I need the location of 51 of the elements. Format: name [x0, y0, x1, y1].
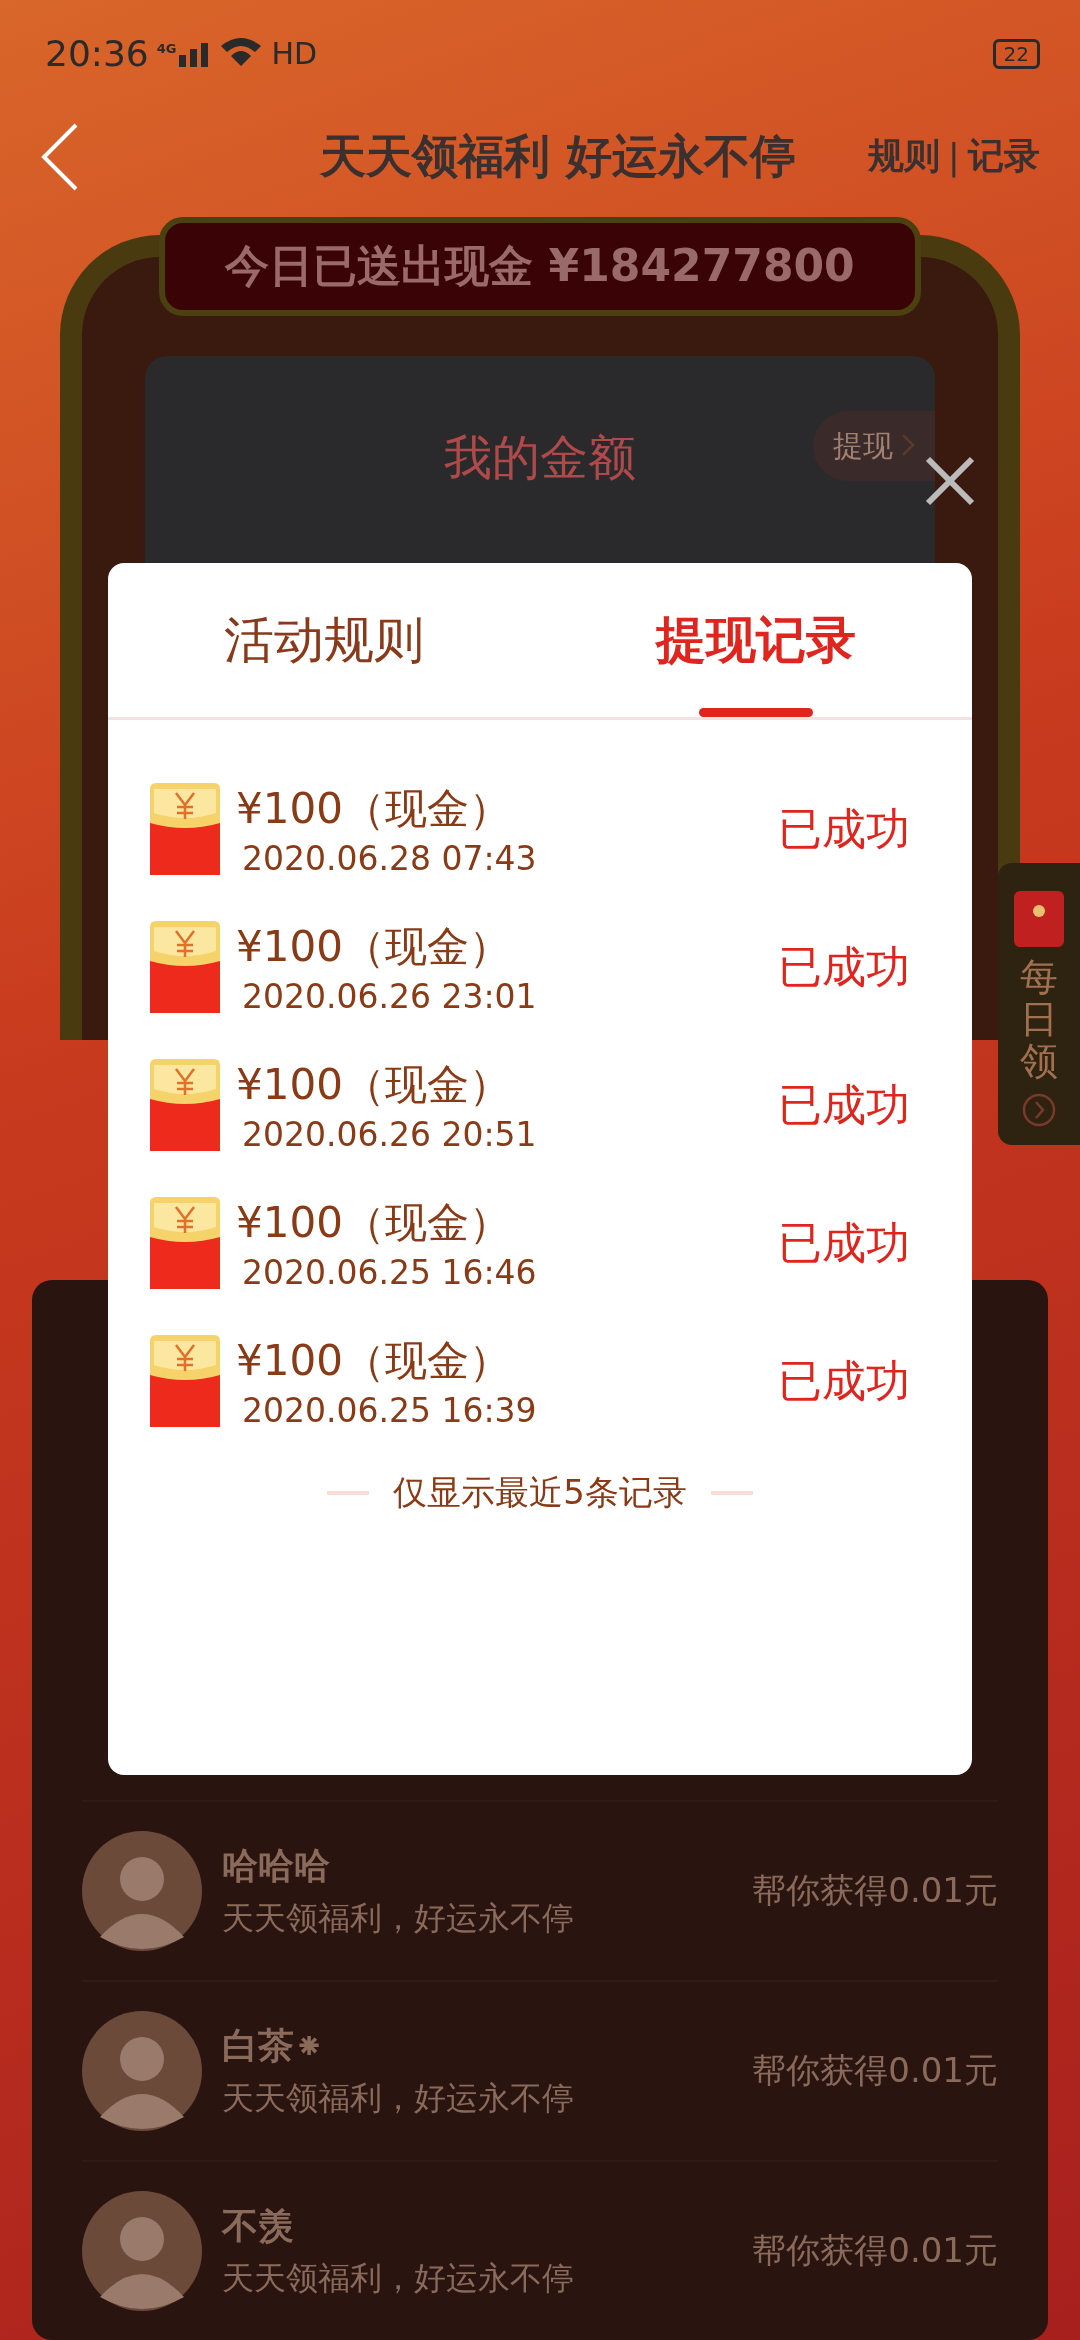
dialog-tab[interactable]: 活动规则: [108, 563, 540, 717]
user-message: 天天领福利，好运永不停: [222, 2257, 575, 2299]
record-amount: ¥100（现金）: [236, 782, 512, 835]
close-icon[interactable]: [924, 455, 976, 507]
user-name: 不羡: [222, 2203, 295, 2248]
record-date: 2020.06.26 20:51: [241, 1114, 538, 1154]
envelope-icon: [150, 1335, 220, 1427]
balance-title: 我的金额: [444, 428, 636, 488]
avatar-icon: [82, 2191, 202, 2311]
record-date: 2020.06.28 07:43: [241, 838, 538, 878]
envelope-icon: [150, 783, 220, 875]
record-status: 已成功: [778, 1215, 910, 1270]
cash-banner: 今日已送出现金 ¥184277800: [159, 217, 921, 317]
records-note: 仅显示最近5条记录: [393, 1471, 687, 1514]
record-status: 已成功: [778, 1353, 910, 1408]
record-amount: ¥100（现金）: [236, 920, 512, 973]
records-link[interactable]: 记录: [968, 132, 1040, 181]
battery-indicator: 22: [992, 38, 1040, 69]
daily-widget[interactable]: 每日领: [998, 863, 1080, 1145]
user-name: 哈哈哈: [222, 1843, 331, 1888]
arrow-circle-icon: [1021, 1092, 1057, 1129]
reward-text: 帮你获得0.01元: [752, 1869, 998, 1912]
network-label: HD: [271, 36, 318, 72]
back-icon[interactable]: [40, 121, 80, 192]
page-title: 天天领福利 好运永不停: [320, 127, 797, 185]
record-amount: ¥100（现金）: [236, 1196, 512, 1249]
widget-label: 每日领: [1020, 957, 1058, 1083]
record-status: 已成功: [778, 939, 910, 994]
record-status: 已成功: [778, 801, 910, 856]
record-date: 2020.06.25 16:39: [241, 1390, 538, 1430]
envelope-icon: [150, 921, 220, 1013]
link-separator: |: [947, 136, 960, 177]
envelope-icon: [150, 1197, 220, 1289]
user-message: 天天领福利，好运永不停: [222, 1897, 575, 1939]
envelope-icon: [1014, 891, 1064, 947]
avatar-icon: [82, 2011, 202, 2131]
envelope-icon: [150, 1059, 220, 1151]
withdraw-button[interactable]: 提现: [813, 411, 935, 482]
user-name: 白茶⁕: [222, 2023, 326, 2068]
record-status: 已成功: [778, 1077, 910, 1132]
dialog-tab[interactable]: 提现记录: [540, 563, 972, 717]
reward-text: 帮你获得0.01元: [752, 2229, 998, 2272]
record-date: 2020.06.26 23:01: [241, 976, 538, 1016]
reward-text: 帮你获得0.01元: [752, 2049, 998, 2092]
record-amount: ¥100（现金）: [236, 1058, 512, 1111]
avatar-icon: [82, 1831, 202, 1951]
user-message: 天天领福利，好运永不停: [222, 2077, 575, 2119]
record-date: 2020.06.25 16:46: [241, 1252, 538, 1292]
record-amount: ¥100（现金）: [236, 1334, 512, 1387]
rules-link[interactable]: 规则: [867, 132, 940, 181]
clock-time: 20:36: [45, 33, 149, 75]
